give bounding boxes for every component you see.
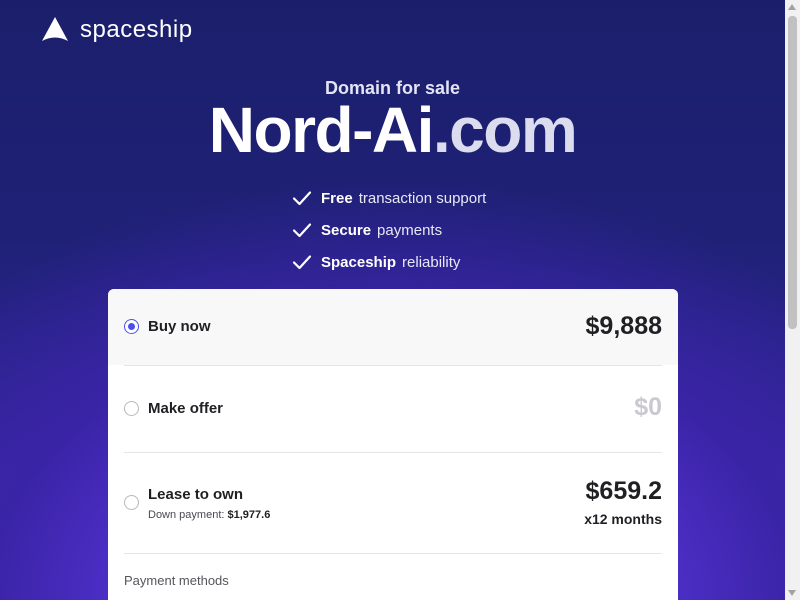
spaceship-logo-icon[interactable] — [40, 15, 70, 45]
lease-to-own-label: Lease to own — [148, 486, 244, 503]
feature-item: Secure payments — [292, 214, 486, 246]
check-icon — [292, 223, 312, 238]
down-payment-label: Down payment: — [148, 509, 225, 521]
feature-strong: Free — [321, 189, 353, 207]
make-offer-radio[interactable] — [124, 401, 139, 416]
feature-list: Free transaction support Secure payments… — [292, 182, 486, 278]
down-payment-text: Down payment: $1,977.6 — [148, 509, 270, 521]
make-offer-label: Make offer — [148, 400, 224, 417]
check-icon — [292, 191, 312, 206]
lease-to-own-radio[interactable] — [124, 495, 139, 510]
domain-name: Nord-Ai — [208, 94, 435, 166]
page-scrollbar[interactable] — [785, 0, 800, 600]
divider — [124, 365, 662, 366]
site-header: spaceship — [40, 14, 193, 46]
feature-item: Free transaction support — [292, 182, 486, 214]
feature-text: reliability — [402, 253, 461, 271]
scroll-up-arrow-icon[interactable] — [788, 4, 796, 10]
feature-text: payments — [377, 221, 443, 239]
scroll-down-arrow-icon[interactable] — [788, 590, 796, 596]
lease-term: x12 months — [584, 511, 662, 527]
domain-tld: .com — [432, 94, 578, 166]
buy-now-price: $9,888 — [585, 312, 662, 340]
domain-title: Nord-Ai.com — [0, 94, 785, 166]
feature-item: Spaceship reliability — [292, 246, 486, 278]
purchase-card: Buy now $9,888 Make offer $0 Lease to ow… — [108, 289, 678, 600]
make-offer-option[interactable]: Make offer $0 — [108, 367, 678, 451]
payment-methods-label: Payment methods — [124, 573, 229, 588]
feature-strong: Secure — [321, 221, 372, 239]
down-payment-value: $1,977.6 — [227, 509, 271, 521]
brand-name[interactable]: spaceship — [80, 16, 193, 44]
feature-strong: Spaceship — [321, 253, 397, 271]
make-offer-price: $0 — [634, 393, 662, 421]
lease-price: $659.2 — [585, 477, 662, 505]
buy-now-radio[interactable] — [124, 319, 139, 334]
divider — [124, 553, 662, 554]
buy-now-option[interactable]: Buy now $9,888 — [108, 289, 678, 365]
lease-to-own-option[interactable]: Lease to own Down payment: $1,977.6 $659… — [108, 453, 678, 553]
scroll-thumb[interactable] — [788, 16, 797, 329]
check-icon — [292, 255, 312, 270]
feature-text: transaction support — [358, 189, 487, 207]
buy-now-label: Buy now — [148, 318, 211, 335]
